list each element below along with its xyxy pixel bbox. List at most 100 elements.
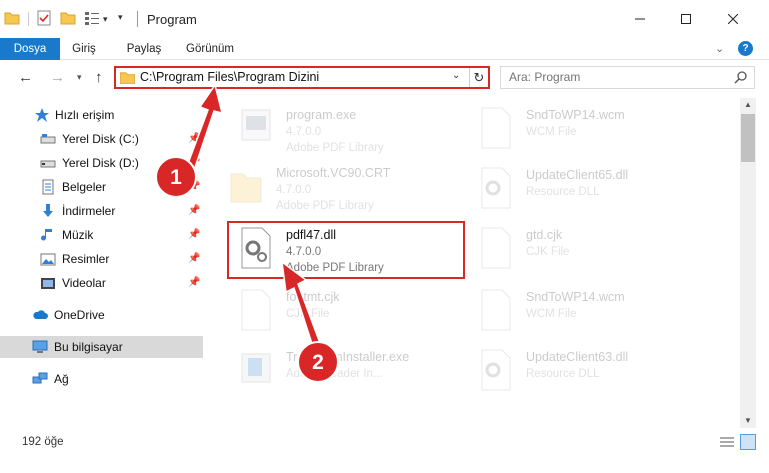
sidebar-item-label: Hızlı erişim <box>55 108 115 122</box>
chevron-down-icon[interactable]: ⌄ <box>452 70 460 81</box>
vertical-scrollbar[interactable]: ▲ ▼ <box>740 98 756 428</box>
videos-icon <box>41 278 55 289</box>
scroll-down-icon[interactable]: ▼ <box>744 416 752 425</box>
file-type: WCM File <box>526 126 577 138</box>
sidebar-item-label: Müzik <box>62 228 94 242</box>
file-item[interactable]: SndToWP14.wcm WCM File <box>468 284 708 340</box>
sidebar-item-label: Belgeler <box>62 180 107 194</box>
cloud-icon <box>33 310 48 319</box>
file-item[interactable]: program.exe 4.7.0.0 Adobe PDF Library <box>228 102 468 158</box>
sidebar-item-pictures[interactable]: Resimler 📌 <box>0 248 203 270</box>
sidebar-item-onedrive[interactable]: OneDrive <box>0 304 203 326</box>
sidebar-item-videos[interactable]: Videolar 📌 <box>0 272 203 294</box>
separator <box>137 11 138 27</box>
sidebar-item-label: OneDrive <box>54 308 105 322</box>
back-arrow-icon[interactable]: ← <box>18 69 33 86</box>
file-type: CJK File <box>526 246 570 258</box>
sidebar-item-label: Yerel Disk (C:) <box>62 132 139 146</box>
tab-home[interactable]: Giriş <box>64 38 104 60</box>
file-item[interactable]: UpdateClient65.dll Resource DLL <box>468 162 708 218</box>
exe-file-icon <box>241 109 271 141</box>
file-item[interactable]: UpdateClient63.dll Resource DLL <box>468 344 708 400</box>
file-name: SndToWP14.wcm <box>526 108 625 122</box>
file-name: Microsoft.VC90.CRT <box>276 166 391 180</box>
folder-icon[interactable] <box>4 10 20 26</box>
customize-toolbar-icon[interactable]: ▾ <box>118 12 123 23</box>
file-icon <box>481 107 511 149</box>
file-name: UpdateClient63.dll <box>526 350 629 364</box>
file-type: WCM File <box>526 308 577 320</box>
tab-share[interactable]: Paylaş <box>122 38 166 60</box>
step-2-label: 2 <box>312 351 324 374</box>
sidebar-item-label: İndirmeler <box>62 204 116 218</box>
documents-icon <box>42 179 54 195</box>
refresh-icon[interactable]: ↻ <box>469 68 488 87</box>
file-version: 4.7.0.0 <box>276 184 312 196</box>
music-icon <box>41 229 52 241</box>
file-description: Adobe PDF Library <box>286 142 384 154</box>
dll-gear-file-icon <box>481 349 511 391</box>
file-item[interactable]: Microsoft.VC90.CRT 4.7.0.0 Adobe PDF Lib… <box>218 160 458 216</box>
file-type: Resource DLL <box>526 186 600 198</box>
drive-icon <box>40 160 56 168</box>
pictures-icon <box>40 253 56 266</box>
pin-icon[interactable]: 📌 <box>188 229 200 240</box>
scroll-up-icon[interactable]: ▲ <box>744 100 752 109</box>
recent-locations-icon[interactable]: ▾ <box>77 72 82 83</box>
properties-check-icon[interactable] <box>36 10 52 26</box>
drive-icon <box>40 134 56 144</box>
scroll-thumb[interactable] <box>741 114 755 162</box>
forward-arrow-icon[interactable]: → <box>50 69 65 86</box>
title-bar: ▾ ▾ Program <box>0 0 769 38</box>
sidebar-item-network[interactable]: Ağ <box>0 368 203 390</box>
tab-file[interactable]: Dosya <box>0 38 60 60</box>
maximize-button[interactable] <box>663 5 709 33</box>
pin-icon[interactable]: 📌 <box>188 277 200 288</box>
tab-view[interactable]: Görünüm <box>182 38 238 60</box>
sidebar-item-this-pc[interactable]: Bu bilgisayar <box>0 336 203 358</box>
file-item[interactable]: SndToWP14.wcm WCM File <box>468 102 708 158</box>
expand-ribbon-icon[interactable]: ⌄ <box>715 42 724 55</box>
file-icon <box>481 227 511 269</box>
sidebar-item-label: Videolar <box>62 276 106 290</box>
folder-icon <box>120 72 135 84</box>
sidebar-item-label: Ağ <box>54 372 69 386</box>
chevron-down-icon[interactable]: ▾ <box>103 14 108 25</box>
separator <box>28 12 29 26</box>
step-1-label: 1 <box>170 166 182 189</box>
file-name: SndToWP14.wcm <box>526 290 625 304</box>
ribbon: Dosya Giriş Paylaş Görünüm ⌄ ? <box>0 38 769 60</box>
dll-gear-file-icon <box>481 167 511 209</box>
file-description: Adobe PDF Library <box>276 200 374 212</box>
details-view-icon[interactable] <box>720 436 734 448</box>
close-icon <box>728 14 738 24</box>
download-icon <box>43 204 53 217</box>
file-name: program.exe <box>286 108 357 122</box>
pin-icon[interactable]: 📌 <box>188 253 200 264</box>
help-icon[interactable]: ? <box>738 41 753 56</box>
search-input[interactable] <box>509 67 719 87</box>
view-list-icon[interactable] <box>84 10 100 26</box>
minimize-button[interactable] <box>617 5 663 33</box>
minimize-icon <box>635 18 645 20</box>
annotation-arrow-1: 1 <box>155 83 224 198</box>
sidebar-item-label: Bu bilgisayar <box>54 340 123 354</box>
search-box[interactable] <box>500 66 755 89</box>
file-version: 4.7.0.0 <box>286 126 322 138</box>
item-count: 192 öğe <box>22 436 64 448</box>
file-type: Resource DLL <box>526 368 600 380</box>
network-icon <box>32 372 48 384</box>
file-name: UpdateClient65.dll <box>526 168 629 182</box>
sidebar-item-label: Yerel Disk (D:) <box>62 156 139 170</box>
new-folder-icon[interactable] <box>60 10 76 26</box>
up-arrow-icon[interactable]: ↑ <box>95 69 103 86</box>
computer-icon <box>32 340 48 353</box>
close-button[interactable] <box>710 5 756 33</box>
status-bar: 192 öğe <box>0 430 769 473</box>
sidebar-item-label: Resimler <box>62 252 110 266</box>
sidebar-item-music[interactable]: Müzik 📌 <box>0 224 203 246</box>
large-icons-view-icon[interactable] <box>740 434 756 450</box>
search-icon[interactable] <box>734 70 748 84</box>
file-item[interactable]: gtd.cjk CJK File <box>468 222 708 278</box>
file-name: gtd.cjk <box>526 228 563 242</box>
